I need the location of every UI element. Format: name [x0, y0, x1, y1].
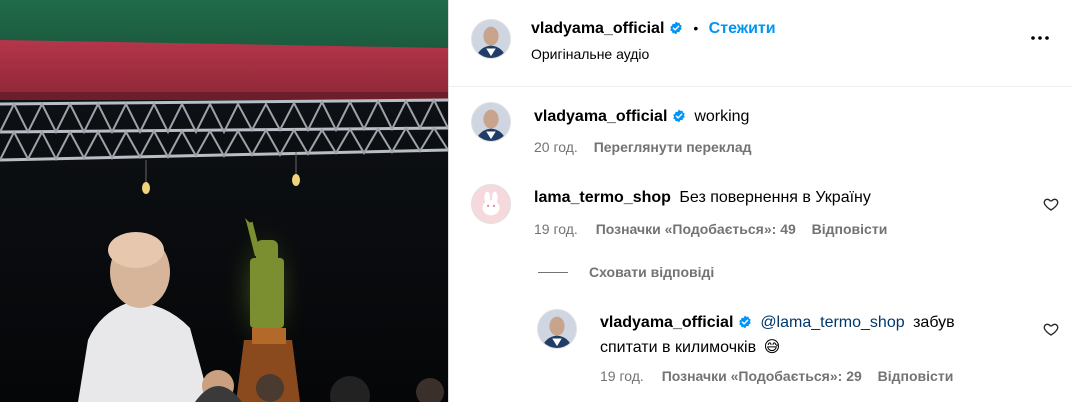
comment-likes-count[interactable]: Позначки «Подобається»: 49	[596, 221, 796, 237]
reply-button[interactable]: Відповісти	[812, 221, 888, 237]
reply-author-avatar[interactable]	[537, 309, 577, 349]
author-username[interactable]: vladyama_official	[531, 20, 664, 37]
reply-text-line1: забув	[913, 314, 955, 331]
avatar-image	[472, 20, 510, 58]
post-header: vladyama_official • Стежити Оригінальне …	[449, 0, 1072, 87]
caption-timestamp[interactable]: 20 год.	[534, 139, 578, 155]
reply-timestamp[interactable]: 19 год.	[600, 368, 644, 384]
avatar-image	[538, 310, 576, 348]
avatar-image	[472, 185, 510, 223]
reply-emoji: 😅	[763, 339, 781, 356]
heart-outline-icon[interactable]	[1043, 196, 1059, 212]
verified-badge-icon	[739, 315, 751, 329]
comment-author-username[interactable]: lama_termo_shop	[534, 189, 671, 206]
see-translation-button[interactable]: Переглянути переклад	[594, 139, 752, 155]
video-frame-image	[0, 0, 448, 402]
caption-author-avatar[interactable]	[471, 102, 511, 142]
caption-text: working	[694, 108, 750, 125]
post-video[interactable]	[0, 0, 448, 402]
commenter-avatar[interactable]	[471, 184, 511, 224]
follow-button[interactable]: Стежити	[709, 20, 776, 37]
hide-replies-button[interactable]: Сховати відповіді	[589, 264, 714, 280]
reply-author-username[interactable]: vladyama_official	[600, 314, 733, 331]
audio-label[interactable]: Оригінальне аудіо	[531, 46, 649, 62]
more-options-icon[interactable]	[1030, 28, 1050, 54]
reply-likes-count[interactable]: Позначки «Подобається»: 29	[662, 368, 862, 384]
comment-timestamp[interactable]: 19 год.	[534, 221, 578, 237]
caption-author-username[interactable]: vladyama_official	[534, 108, 667, 125]
hide-replies-line	[538, 272, 568, 273]
avatar-image	[472, 103, 510, 141]
comments-panel: vladyama_official • Стежити Оригінальне …	[449, 0, 1072, 402]
heart-outline-icon[interactable]	[1043, 321, 1059, 337]
comment-text: Без повернення в Україну	[679, 189, 871, 206]
separator-dot: •	[693, 20, 699, 36]
author-avatar[interactable]	[471, 19, 511, 59]
reply-mention-link[interactable]: @lama_termo_shop	[760, 314, 904, 331]
reply-text-line2: спитати в килимочків	[600, 339, 757, 356]
verified-badge-icon	[673, 109, 685, 123]
reply-to-reply-button[interactable]: Відповісти	[878, 368, 954, 384]
verified-badge-icon	[670, 21, 682, 35]
